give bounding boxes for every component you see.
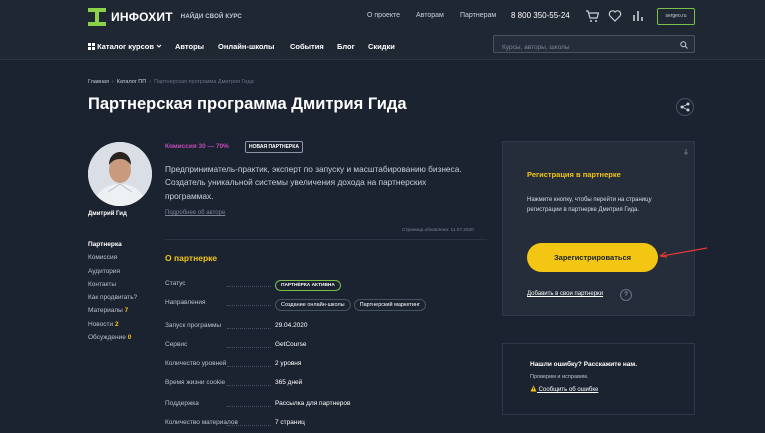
grid-icon	[88, 43, 95, 50]
sidebar-item-news[interactable]: Новости 2	[88, 321, 137, 334]
pin-icon	[684, 149, 688, 155]
info-row-support: Поддержка Рассылка для партнеров	[165, 400, 487, 410]
count-badge: 7	[124, 307, 129, 315]
info-row-status: Статус ПАРТНЁРКА АКТИВНА	[165, 280, 487, 291]
nav-sales[interactable]: Скидки	[368, 42, 395, 51]
info-key: Направления	[165, 299, 206, 306]
search-box	[493, 35, 695, 56]
chevron-down-icon	[156, 44, 162, 48]
logo-icon	[88, 8, 106, 26]
account-button[interactable]: sergeo.ru	[657, 8, 695, 25]
sidebar-item-partnerka[interactable]: Партнерка	[88, 241, 137, 254]
info-value: 29.04.2020	[275, 322, 308, 329]
updated-date: Страница обновлена: 11.07.2020	[402, 227, 474, 232]
count-badge: 2	[114, 320, 119, 328]
commission-label: Комиссия 30 — 70%	[165, 143, 229, 150]
sidebar-item-label: Контакты	[88, 280, 117, 288]
info-row-cookie: Время жизни cookie 365 дней	[165, 379, 487, 389]
page-title: Партнерская программа Дмитрия Гида	[88, 95, 407, 113]
info-value: 2 уровня	[275, 360, 302, 367]
new-badge: НОВАЯ ПАРТНЕРКА	[245, 141, 303, 153]
avatar	[88, 142, 152, 206]
report-error-card: Нашли ошибку? Расскажите нам. Проверим и…	[502, 343, 695, 415]
logo[interactable]: ИНФОХИТ НАЙДИ СВОЙ КУРС	[88, 8, 242, 26]
author-description: Предприниматель-практик, эксперт по запу…	[165, 164, 462, 201]
nav-blog[interactable]: Блог	[337, 42, 355, 51]
count-badge: 0	[127, 334, 132, 342]
help-icon[interactable]: ?	[620, 289, 632, 301]
sidebar-item-label: Как продвигать?	[88, 294, 138, 302]
link-partners[interactable]: Партнерам	[460, 12, 496, 19]
warning-icon	[530, 385, 537, 392]
annotation-arrow-icon	[659, 247, 708, 258]
sidebar-item-audience[interactable]: Аудитория	[88, 268, 137, 281]
nav-authors[interactable]: Авторы	[175, 42, 204, 51]
nav-schools[interactable]: Онлайн-школы	[218, 42, 274, 51]
info-key: Статус	[165, 280, 186, 287]
section-title: О партнерке	[165, 253, 218, 263]
catalog-label: Каталог курсов	[97, 42, 155, 51]
info-value: Рассылка для партнеров	[275, 400, 351, 407]
share-icon	[680, 102, 690, 112]
sidebar-item-label: Аудитория	[88, 267, 121, 275]
info-row-levels: Количество уровней 2 уровня	[165, 360, 487, 370]
sidebar-item-label: Обсуждение	[88, 334, 126, 342]
tag-chip[interactable]: Партнерский маркетинг	[353, 299, 426, 311]
info-row-launch: Запуск программы 29.04.2020	[165, 322, 487, 332]
phone-number[interactable]: 8 800 350-55-24	[511, 11, 570, 20]
add-to-my-partners-link[interactable]: Добавить в свои партнерки	[527, 291, 603, 297]
author-more-link[interactable]: Подробнее об авторе	[165, 210, 225, 216]
report-error-link[interactable]: Сообщить об ошибке	[530, 385, 598, 393]
tag-chip[interactable]: Создание онлайн-школы	[275, 299, 351, 311]
brand-tagline: НАЙДИ СВОЙ КУРС	[180, 14, 242, 20]
search-icon[interactable]	[680, 41, 688, 49]
info-key: Сервис	[165, 341, 188, 348]
breadcrumb-catalog[interactable]: Каталог ПП	[117, 79, 146, 85]
sidebar-item-discussion[interactable]: Обсуждение 0	[88, 334, 137, 347]
breadcrumb-home[interactable]: Главная	[88, 79, 109, 85]
nav-events[interactable]: События	[290, 42, 324, 51]
info-key: Время жизни cookie	[165, 379, 226, 386]
register-button[interactable]: Зарегистрироваться	[527, 243, 658, 272]
error-card-title: Нашли ошибку? Расскажите нам.	[530, 361, 638, 368]
error-card-subtitle: Проверим и исправим.	[530, 374, 589, 380]
link-authors[interactable]: Авторам	[416, 12, 444, 19]
info-value: GetCourse	[275, 341, 307, 348]
breadcrumb-current: Партнерская программа Дмитрия Гида	[154, 79, 254, 85]
sidebar-item-label: Комиссия	[88, 254, 118, 262]
link-about[interactable]: О проекте	[367, 12, 400, 19]
report-error-label: Сообщить об ошибке	[538, 387, 599, 393]
info-key: Количество уровней	[165, 360, 227, 367]
heart-icon[interactable]	[608, 9, 622, 23]
info-key: Поддержка	[165, 400, 199, 407]
top-bar: ИНФОХИТ НАЙДИ СВОЙ КУРС О проекте Автора…	[0, 0, 765, 60]
divider	[165, 239, 487, 240]
sidebar-item-contacts[interactable]: Контакты	[88, 281, 137, 294]
info-key: Запуск программы	[165, 322, 222, 329]
info-row-materials: Количество материалов 7 страниц	[165, 419, 487, 429]
search-input[interactable]	[494, 39, 664, 56]
sidebar-item-promote[interactable]: Как продвигать?	[88, 294, 137, 307]
status-badge: ПАРТНЁРКА АКТИВНА	[275, 280, 341, 291]
register-card: Регистрация в партнерке Нажмите кнопку, …	[502, 141, 695, 316]
sidebar-item-materials[interactable]: Материалы 7	[88, 307, 137, 320]
sidebar-item-label: Партнерка	[88, 241, 122, 248]
info-value: 365 дней	[275, 379, 303, 386]
info-row-service: Сервис GetCourse	[165, 341, 487, 351]
sidebar-item-label: Новости	[88, 320, 114, 328]
sidebar-item-commission[interactable]: Комиссия	[88, 254, 137, 267]
catalog-menu[interactable]: Каталог курсов	[88, 42, 162, 51]
stats-icon[interactable]	[632, 9, 646, 23]
info-row-directions: Направления Создание онлайн-школы Партнер…	[165, 299, 487, 311]
register-text: Нажмите кнопку, чтобы перейти на страниц…	[527, 197, 652, 213]
register-title: Регистрация в партнерке	[527, 170, 621, 179]
share-button[interactable]	[676, 98, 694, 116]
sidebar-item-label: Материалы	[88, 307, 123, 315]
breadcrumb: Главная › Каталог ПП › Партнерская программа…	[88, 79, 254, 85]
brand-name: ИНФОХИТ	[111, 10, 173, 24]
cart-icon[interactable]	[585, 9, 599, 23]
info-value: 7 страниц	[275, 419, 305, 426]
sidebar-nav: Партнерка Комиссия Аудитория Контакты Ка…	[88, 241, 137, 347]
author-name[interactable]: Дмитрий Гид	[88, 211, 127, 217]
